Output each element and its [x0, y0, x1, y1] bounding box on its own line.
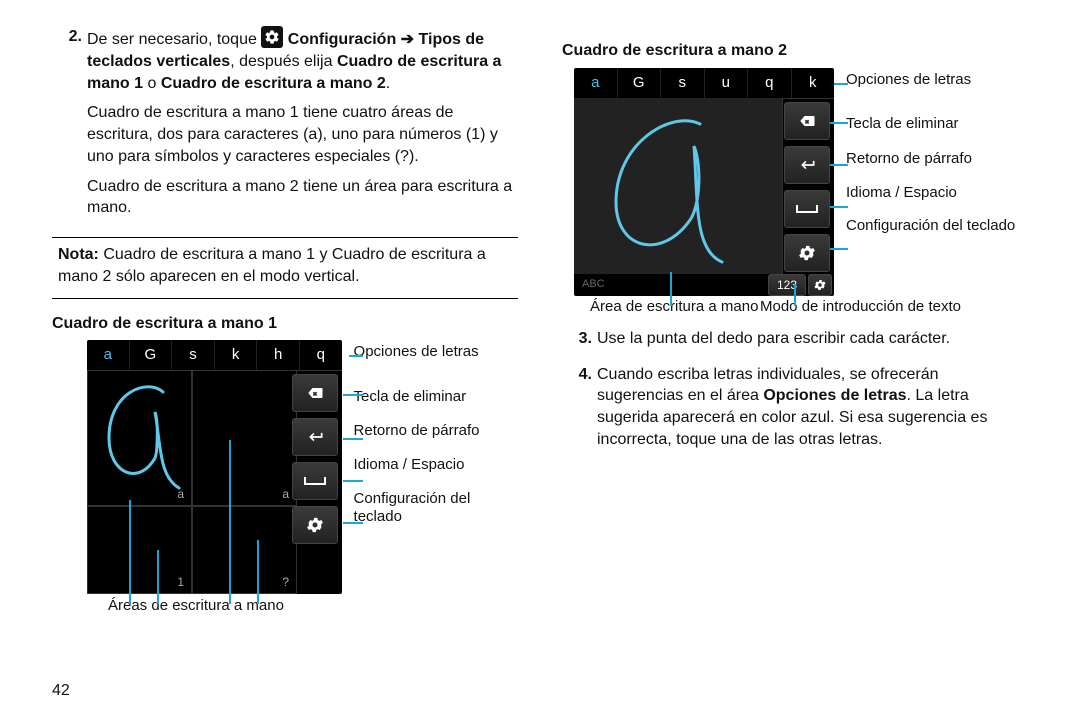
step-4: 4. Cuando escriba letras individuales, s… — [562, 364, 1028, 459]
text: De ser necesario, toque — [87, 31, 261, 48]
writing-area[interactable]: 1 — [87, 506, 192, 594]
input-mode-key[interactable]: 123 — [768, 274, 806, 296]
letter-option[interactable]: a — [87, 340, 130, 370]
text: . — [386, 75, 390, 92]
letter-option[interactable]: k — [792, 68, 835, 98]
annotation-column: Opciones de letras Tecla de eliminar Ret… — [354, 340, 518, 594]
handwriting-box-1: a G s k h q a a 1 ? — [87, 340, 342, 594]
paragraph: Cuadro de escritura a mano 1 tiene cuatr… — [87, 102, 518, 167]
annotation: Área de escritura a mano — [562, 298, 760, 316]
keyboard-settings-key[interactable] — [784, 234, 830, 272]
annotation-column: Opciones de letras Tecla de eliminar Ret… — [846, 68, 1015, 296]
key-column — [784, 102, 830, 272]
return-key[interactable] — [784, 146, 830, 184]
letter-option[interactable]: s — [661, 68, 705, 98]
step-body: De ser necesario, toque Configuración ➔ … — [87, 26, 518, 227]
annotation: Idioma / Espacio — [846, 183, 1015, 203]
letter-option[interactable]: a — [574, 68, 618, 98]
divider — [52, 298, 518, 299]
subheading: Cuadro de escritura a mano 2 — [562, 40, 1028, 62]
step-number: 2. — [52, 26, 87, 227]
text: o — [143, 75, 161, 92]
letter-option[interactable]: q — [300, 340, 342, 370]
right-column: Cuadro de escritura a mano 2 a G s u q k — [540, 26, 1028, 700]
letter-option[interactable]: k — [215, 340, 258, 370]
annotation: Retorno de párrafo — [846, 149, 1015, 169]
step-number: 4. — [562, 364, 597, 459]
letter-options-row: a G s k h q — [87, 340, 342, 371]
handwriting-stroke — [602, 110, 732, 270]
annotation-below: Áreas de escritura a mano — [108, 596, 518, 616]
annotation: Opciones de letras — [354, 342, 518, 362]
step-body: Cuando escriba letras individuales, se o… — [597, 364, 1028, 459]
letter-options-row: a G s u q k — [574, 68, 834, 99]
note-text: Cuadro de escritura a mano 1 y Cuadro de… — [58, 246, 486, 285]
area-label: ? — [282, 574, 289, 590]
step-number: 3. — [562, 328, 597, 358]
subheading: Cuadro de escritura a mano 1 — [52, 313, 518, 335]
annotation: Tecla de eliminar — [354, 387, 518, 407]
paragraph: Use la punta del dedo para escribir cada… — [597, 328, 1028, 350]
settings-icon — [261, 26, 283, 48]
text-bold: Cuadro de escritura a mano 2 — [161, 75, 386, 92]
area-label: a — [282, 486, 289, 502]
letter-option[interactable]: q — [748, 68, 792, 98]
settings-small-key[interactable] — [808, 274, 832, 296]
note: Nota: Cuadro de escritura a mano 1 y Cua… — [52, 244, 518, 288]
letter-option[interactable]: u — [705, 68, 749, 98]
space-key[interactable] — [784, 190, 830, 228]
figure2-wrap: a G s u q k ABC — [574, 68, 1028, 296]
step-body: Use la punta del dedo para escribir cada… — [597, 328, 1028, 358]
letter-option[interactable]: h — [257, 340, 300, 370]
handwriting-stroke — [95, 376, 187, 496]
delete-key[interactable] — [292, 374, 338, 412]
annotation: Configuración del teclado — [846, 217, 1015, 235]
writing-area[interactable]: a — [192, 370, 297, 506]
annotation: Modo de introducción de texto — [760, 298, 1028, 316]
text: , después elija — [230, 53, 337, 70]
text-bold: Opciones de letras — [763, 387, 906, 404]
annotation: Tecla de eliminar — [846, 114, 1015, 134]
annotation: Opciones de letras — [846, 70, 1015, 90]
writing-area[interactable]: ? — [192, 506, 297, 594]
step-3: 3. Use la punta del dedo para escribir c… — [562, 328, 1028, 358]
divider — [52, 237, 518, 238]
step-2: 2. De ser necesario, toque Configuración… — [52, 26, 518, 227]
letter-option[interactable]: G — [618, 68, 662, 98]
letter-option[interactable]: G — [130, 340, 173, 370]
handwriting-box-2: a G s u q k ABC — [574, 68, 834, 296]
key-column — [292, 374, 338, 544]
delete-key[interactable] — [784, 102, 830, 140]
paragraph: Cuadro de escritura a mano 2 tiene un ár… — [87, 176, 518, 220]
area-label: 1 — [177, 574, 184, 590]
annotation: Retorno de párrafo — [354, 421, 518, 441]
figure1-wrap: a G s k h q a a 1 ? — [87, 340, 518, 594]
annotation: Idioma / Espacio — [354, 455, 518, 475]
keyboard-settings-key[interactable] — [292, 506, 338, 544]
return-key[interactable] — [292, 418, 338, 456]
page-number: 42 — [52, 680, 70, 702]
annotation: Configuración del teclado — [354, 490, 518, 526]
left-column: 2. De ser necesario, toque Configuración… — [52, 26, 540, 700]
letter-option[interactable]: s — [172, 340, 215, 370]
note-label: Nota: — [58, 246, 99, 263]
space-key[interactable] — [292, 462, 338, 500]
